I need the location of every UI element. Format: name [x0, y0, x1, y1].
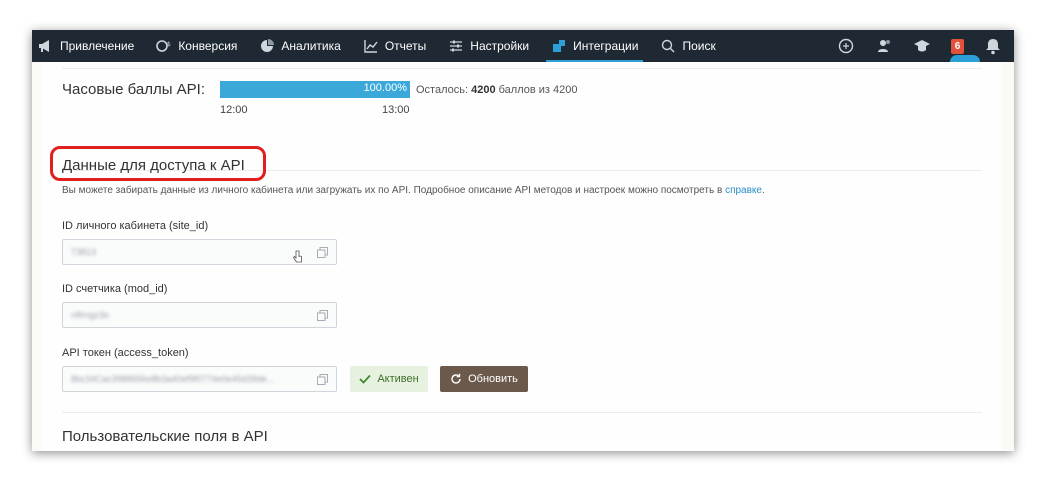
- bell-icon[interactable]: [984, 37, 1002, 55]
- checkmark-icon: [359, 374, 371, 384]
- api-token-value: 8bc34Cac3988656e8b3a40ef9f0774e0e45d39de…: [71, 374, 275, 384]
- nav-item-settings[interactable]: Настройки: [437, 30, 540, 62]
- copy-icon[interactable]: [317, 374, 328, 385]
- api-points-remaining: Осталось: 4200 баллов из 4200: [416, 84, 578, 96]
- nav-label: Аналитика: [281, 39, 341, 53]
- active-label: Активен: [377, 373, 419, 385]
- remaining-value: 4200: [471, 84, 496, 96]
- nav-label: Интеграции: [573, 39, 639, 53]
- conversion-icon: $: [156, 38, 172, 54]
- site-id-label: ID личного кабинета (site_id): [62, 220, 209, 232]
- users-icon[interactable]: [875, 37, 893, 55]
- search-icon: [660, 38, 676, 54]
- api-points-progress-bar: 100.00%: [220, 81, 410, 98]
- copy-icon[interactable]: [317, 247, 328, 258]
- divider: [62, 412, 982, 413]
- megaphone-icon: [38, 38, 54, 54]
- time-end-label: 13:00: [382, 104, 410, 116]
- remaining-suffix: баллов из 4200: [495, 84, 578, 96]
- nav-item-analytics[interactable]: Аналитика: [248, 30, 351, 62]
- mod-id-value: r4frngz3o: [71, 310, 110, 320]
- analytics-icon: [259, 38, 275, 54]
- mod-id-label: ID счетчика (mod_id): [62, 283, 168, 295]
- refresh-icon: [451, 373, 461, 384]
- api-token-label: API токен (access_token): [62, 347, 189, 359]
- support-chat-icon[interactable]: [837, 37, 855, 55]
- api-access-description: Вы можете забирать данные из личного каб…: [62, 185, 765, 196]
- notifications-count-badge[interactable]: 6: [951, 38, 964, 54]
- api-token-field[interactable]: 8bc34Cac3988656e8b3a40ef9f0774e0e45d39de…: [62, 366, 337, 392]
- graduation-cap-icon[interactable]: [913, 37, 931, 55]
- description-text: Вы можете забирать данные из личного каб…: [62, 185, 726, 196]
- svg-text:$: $: [167, 41, 171, 48]
- help-link[interactable]: справке: [725, 185, 762, 196]
- nav-item-integrations[interactable]: Интеграции: [540, 30, 649, 62]
- divider: [62, 68, 982, 69]
- chart-icon: [363, 38, 379, 54]
- puzzle-icon: [551, 38, 567, 54]
- integration-settings-panel: Часовые баллы API: 100.00% Осталось: 420…: [42, 62, 1002, 451]
- nav-label: Отчеты: [384, 39, 427, 53]
- time-start-label: 12:00: [220, 104, 248, 116]
- custom-fields-section-title: Пользовательские поля в API: [62, 428, 268, 445]
- nav-item-reports[interactable]: Отчеты: [352, 30, 437, 62]
- nav-label: Настройки: [470, 39, 530, 53]
- description-end: .: [761, 185, 765, 196]
- nav-label: Конверсия: [178, 39, 238, 53]
- nav-item-conversion[interactable]: $ Конверсия: [145, 30, 248, 62]
- site-id-value: 73813: [71, 247, 97, 257]
- hand-cursor-icon: [292, 250, 302, 263]
- nav-label: Привлечение: [60, 39, 135, 53]
- token-active-status: Активен: [350, 366, 428, 392]
- refresh-token-button[interactable]: Обновить: [440, 366, 528, 392]
- highlight-outline: [50, 146, 266, 181]
- nav-item-attraction[interactable]: Привлечение: [32, 30, 145, 62]
- api-points-label: Часовые баллы API:: [62, 81, 205, 98]
- mod-id-field[interactable]: r4frngz3o: [62, 302, 337, 328]
- nav-label: Поиск: [682, 39, 716, 53]
- refresh-label: Обновить: [468, 373, 518, 385]
- sliders-icon: [448, 38, 464, 54]
- app-window: Привлечение $ Конверсия Аналитика Отчеты…: [32, 30, 1014, 451]
- top-navigation: Привлечение $ Конверсия Аналитика Отчеты…: [32, 30, 1014, 62]
- remaining-prefix: Осталось:: [416, 84, 472, 96]
- api-points-percent: 100.00%: [363, 82, 407, 94]
- copy-icon[interactable]: [317, 310, 328, 321]
- nav-item-search[interactable]: Поиск: [649, 30, 726, 62]
